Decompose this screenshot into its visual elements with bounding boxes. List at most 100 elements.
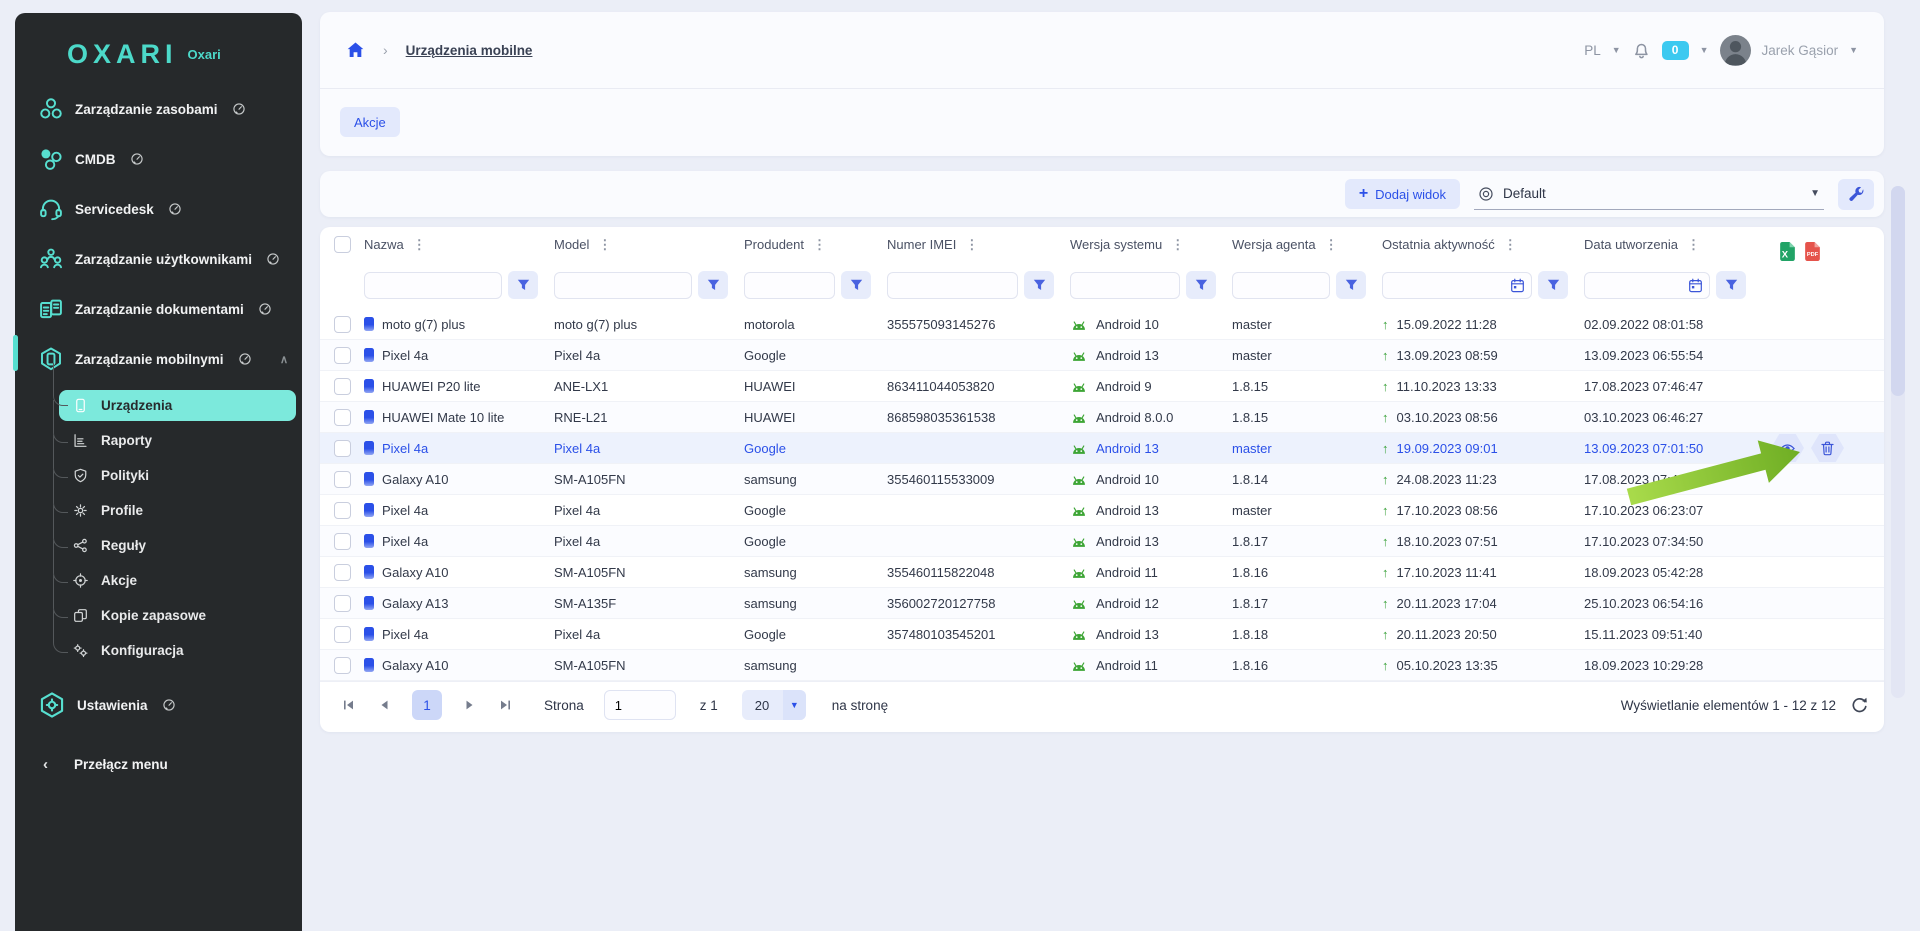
filter-funnel-button[interactable] bbox=[1186, 271, 1216, 299]
chevron-down-icon[interactable]: ▼ bbox=[1700, 45, 1709, 55]
submenu-item[interactable]: Konfiguracja bbox=[59, 633, 296, 668]
delete-button[interactable] bbox=[1811, 434, 1844, 462]
table-row[interactable]: Galaxy A10 SM-A105FN samsung Android 11 … bbox=[320, 650, 1884, 681]
column-menu-icon[interactable]: ⋮ bbox=[1685, 237, 1702, 253]
select-all-checkbox[interactable] bbox=[334, 236, 351, 253]
actions-button[interactable]: Akcje bbox=[340, 107, 400, 137]
table-row[interactable]: HUAWEI Mate 10 lite RNE-L21 HUAWEI 86859… bbox=[320, 402, 1884, 433]
row-checkbox[interactable] bbox=[334, 440, 351, 457]
column-header[interactable]: Numer IMEI ⋮ bbox=[887, 237, 1070, 253]
row-checkbox[interactable] bbox=[334, 347, 351, 364]
filter-input[interactable] bbox=[364, 272, 502, 299]
column-header[interactable]: Wersja agenta ⋮ bbox=[1232, 237, 1382, 253]
row-checkbox[interactable] bbox=[334, 657, 351, 674]
filter-funnel-button[interactable] bbox=[508, 271, 538, 299]
last-page-button[interactable] bbox=[492, 692, 518, 718]
table-row[interactable]: Galaxy A10 SM-A105FN samsung 35546011553… bbox=[320, 464, 1884, 495]
row-checkbox[interactable] bbox=[334, 533, 351, 550]
filter-funnel-button[interactable] bbox=[1716, 271, 1746, 299]
breadcrumb[interactable]: Urządzenia mobilne bbox=[406, 43, 533, 58]
prev-page-button[interactable] bbox=[372, 692, 398, 718]
column-menu-icon[interactable]: ⋮ bbox=[1169, 237, 1186, 253]
export-pdf-icon[interactable]: PDF bbox=[1803, 241, 1822, 262]
filter-input[interactable] bbox=[554, 272, 692, 299]
scrollbar-thumb[interactable] bbox=[1891, 186, 1905, 396]
row-checkbox[interactable] bbox=[334, 471, 351, 488]
column-menu-icon[interactable]: ⋮ bbox=[1323, 237, 1340, 253]
submenu-item[interactable]: Kopie zapasowe bbox=[59, 598, 296, 633]
filter-input[interactable] bbox=[1070, 272, 1180, 299]
language-selector[interactable]: PL bbox=[1584, 43, 1601, 58]
submenu-item[interactable]: Urządzenia bbox=[59, 390, 296, 421]
sidebar-item[interactable]: Servicedesk ∧ bbox=[15, 184, 302, 234]
user-name[interactable]: Jarek Gąsior bbox=[1762, 43, 1839, 58]
notification-bell-icon[interactable] bbox=[1632, 40, 1651, 60]
row-checkbox[interactable] bbox=[334, 409, 351, 426]
row-checkbox[interactable] bbox=[334, 316, 351, 333]
table-row[interactable]: Pixel 4a Pixel 4a Google Android 13 1.8.… bbox=[320, 526, 1884, 557]
view-select[interactable]: Default ▼ bbox=[1474, 178, 1824, 210]
row-checkbox[interactable] bbox=[334, 564, 351, 581]
row-checkbox[interactable] bbox=[334, 595, 351, 612]
chevron-down-icon[interactable]: ▼ bbox=[1849, 45, 1858, 55]
page-size-select[interactable]: 20 ▼ bbox=[742, 690, 806, 720]
table-row[interactable]: Pixel 4a Pixel 4a Google 357480103545201… bbox=[320, 619, 1884, 650]
table-row[interactable]: Pixel 4a Pixel 4a Google Android 13 mast… bbox=[320, 433, 1884, 464]
row-checkbox[interactable] bbox=[334, 502, 351, 519]
sidebar-item[interactable]: Zarządzanie zasobami ∧ bbox=[15, 84, 302, 134]
avatar[interactable] bbox=[1720, 35, 1751, 66]
notification-count-badge[interactable]: 0 bbox=[1662, 41, 1689, 60]
column-header[interactable]: Produdent ⋮ bbox=[744, 237, 887, 253]
filter-input[interactable] bbox=[744, 272, 835, 299]
column-menu-icon[interactable]: ⋮ bbox=[411, 237, 428, 253]
calendar-icon[interactable] bbox=[1688, 278, 1703, 293]
row-checkbox[interactable] bbox=[334, 626, 351, 643]
column-menu-icon[interactable]: ⋮ bbox=[596, 237, 613, 253]
sidebar-item[interactable]: Zarządzanie użytkownikami ∧ bbox=[15, 234, 302, 284]
submenu-item[interactable]: Akcje bbox=[59, 563, 296, 598]
chevron-up-icon[interactable]: ∧ bbox=[280, 353, 288, 366]
column-header[interactable]: Ostatnia aktywność ⋮ bbox=[1382, 237, 1584, 253]
column-menu-icon[interactable]: ⋮ bbox=[811, 237, 828, 253]
table-row[interactable]: Pixel 4a Pixel 4a Google Android 13 mast… bbox=[320, 495, 1884, 526]
page-number-input[interactable] bbox=[604, 690, 676, 720]
add-view-button[interactable]: + Dodaj widok bbox=[1345, 179, 1460, 209]
filter-funnel-button[interactable] bbox=[1024, 271, 1054, 299]
submenu-item[interactable]: Profile bbox=[59, 493, 296, 528]
submenu-item[interactable]: Raporty bbox=[59, 423, 296, 458]
column-header[interactable]: Nazwa ⋮ bbox=[364, 237, 554, 253]
chevron-down-icon[interactable]: ▼ bbox=[1612, 45, 1621, 55]
column-header[interactable]: Data utworzenia ⋮ bbox=[1584, 237, 1762, 253]
vertical-scrollbar[interactable] bbox=[1891, 186, 1905, 698]
table-row[interactable]: Galaxy A10 SM-A105FN samsung 35546011582… bbox=[320, 557, 1884, 588]
sidebar-item[interactable]: Zarządzanie dokumentami ∧ bbox=[15, 284, 302, 334]
table-row[interactable]: Pixel 4a Pixel 4a Google Android 13 mast… bbox=[320, 340, 1884, 371]
filter-funnel-button[interactable] bbox=[1538, 271, 1568, 299]
column-header[interactable]: Wersja systemu ⋮ bbox=[1070, 237, 1232, 253]
sidebar-item[interactable]: CMDB ∧ bbox=[15, 134, 302, 184]
table-settings-button[interactable] bbox=[1838, 179, 1874, 210]
refresh-icon[interactable] bbox=[1850, 696, 1868, 714]
filter-input[interactable] bbox=[887, 272, 1018, 299]
view-details-button[interactable] bbox=[1771, 434, 1804, 462]
filter-input[interactable] bbox=[1232, 272, 1330, 299]
filter-funnel-button[interactable] bbox=[1336, 271, 1366, 299]
column-menu-icon[interactable]: ⋮ bbox=[963, 237, 980, 253]
column-menu-icon[interactable]: ⋮ bbox=[1502, 237, 1519, 253]
table-row[interactable]: HUAWEI P20 lite ANE-LX1 HUAWEI 863411044… bbox=[320, 371, 1884, 402]
first-page-button[interactable] bbox=[336, 692, 362, 718]
row-checkbox[interactable] bbox=[334, 378, 351, 395]
next-page-button[interactable] bbox=[456, 692, 482, 718]
home-icon[interactable] bbox=[346, 41, 365, 59]
filter-funnel-button[interactable] bbox=[698, 271, 728, 299]
table-row[interactable]: moto g(7) plus moto g(7) plus motorola 3… bbox=[320, 309, 1884, 340]
calendar-icon[interactable] bbox=[1510, 278, 1525, 293]
submenu-item[interactable]: Polityki bbox=[59, 458, 296, 493]
filter-funnel-button[interactable] bbox=[841, 271, 871, 299]
menu-toggle[interactable]: ‹ Przełącz menu bbox=[15, 756, 302, 773]
column-header[interactable]: Model ⋮ bbox=[554, 237, 744, 253]
current-page-button[interactable]: 1 bbox=[412, 690, 442, 720]
sidebar-item-settings[interactable]: Ustawienia bbox=[15, 680, 302, 730]
export-excel-icon[interactable]: X bbox=[1778, 241, 1797, 262]
table-row[interactable]: Galaxy A13 SM-A135F samsung 356002720127… bbox=[320, 588, 1884, 619]
